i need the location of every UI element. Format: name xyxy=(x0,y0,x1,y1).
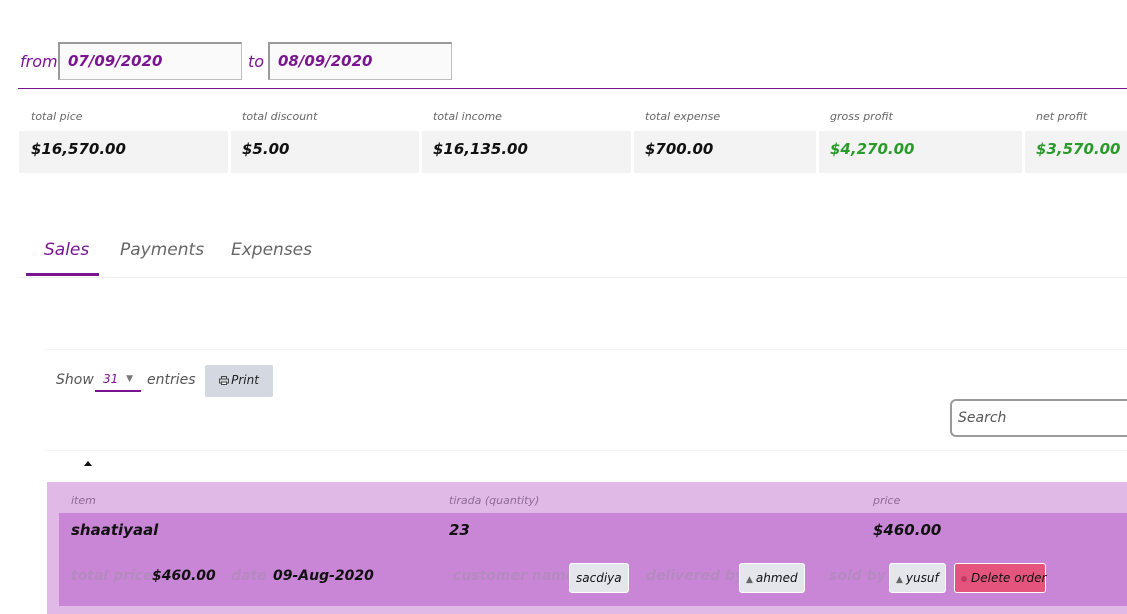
stat-value-net-profit: $3,570.00 xyxy=(1036,140,1121,158)
delivered-by-chip[interactable]: ▲ ahmed xyxy=(739,563,805,593)
customer-name: sacdiya xyxy=(576,571,622,585)
sold-by-label: sold by xyxy=(829,568,886,584)
to-date-input[interactable]: 08/09/2020 xyxy=(268,42,452,80)
from-label: from xyxy=(20,52,58,71)
entries-value: 31 xyxy=(103,372,119,386)
entries-label: entries xyxy=(147,372,196,388)
total-price-label: total price xyxy=(71,568,153,584)
stat-value-total-income: $16,135.00 xyxy=(433,140,528,158)
to-label: to xyxy=(248,52,265,71)
printer-icon xyxy=(219,376,230,385)
active-tab-indicator xyxy=(26,273,99,276)
tab-expenses[interactable]: Expenses xyxy=(231,240,312,260)
print-label: Print xyxy=(231,373,259,387)
stat-value-total-expense: $700.00 xyxy=(645,140,714,158)
stat-value-total-discount: $5.00 xyxy=(242,140,290,158)
show-label: Show xyxy=(56,372,94,388)
caret-down-icon: ▼ xyxy=(126,374,133,384)
delivered-by-label: delivered by xyxy=(646,568,745,584)
tab-divider xyxy=(18,277,1127,278)
sort-up-icon[interactable] xyxy=(84,461,92,466)
stat-label-total-price: total pice xyxy=(31,110,83,123)
stat-label-total-discount: total discount xyxy=(242,110,318,123)
stat-value-total-price: $16,570.00 xyxy=(31,140,126,158)
sold-by-chip[interactable]: ▲ yusuf xyxy=(889,563,946,593)
trash-icon xyxy=(961,575,967,582)
stat-value-gross-profit: $4,270.00 xyxy=(830,140,915,158)
header-price: price xyxy=(873,494,901,507)
entries-select[interactable]: 31 ▼ xyxy=(95,368,141,392)
divider xyxy=(18,88,1127,89)
tab-payments[interactable]: Payments xyxy=(120,240,204,260)
header-item: item xyxy=(71,494,96,507)
tab-sales[interactable]: Sales xyxy=(44,240,89,260)
chevron-up-icon: ▲ xyxy=(746,575,753,585)
customer-chip[interactable]: sacdiya xyxy=(569,563,629,593)
from-date-input[interactable]: 07/09/2020 xyxy=(58,42,242,80)
delete-order-button[interactable]: Delete order xyxy=(954,563,1046,593)
delete-order-label: Delete order xyxy=(971,571,1047,585)
cell-item: shaatiyaal xyxy=(71,521,159,539)
chevron-up-icon: ▲ xyxy=(896,575,903,585)
total-price-value: $460.00 xyxy=(152,568,216,584)
delivered-by-name: ahmed xyxy=(755,571,798,585)
cell-price: $460.00 xyxy=(873,521,942,539)
date-value: 09-Aug-2020 xyxy=(273,568,374,584)
stat-label-total-expense: total expense xyxy=(645,110,721,123)
print-button[interactable]: Print xyxy=(205,365,273,397)
stat-label-net-profit: net profit xyxy=(1036,110,1088,123)
header-quantity: tirada (quantity) xyxy=(449,494,540,507)
search-input[interactable]: Search xyxy=(950,399,1127,437)
sold-by-name: yusuf xyxy=(905,571,939,585)
stat-label-total-income: total income xyxy=(433,110,502,123)
stat-label-gross-profit: gross profit xyxy=(830,110,893,123)
date-label: date xyxy=(231,568,267,584)
customer-name-label: customer name xyxy=(453,568,576,584)
cell-quantity: 23 xyxy=(449,521,470,539)
